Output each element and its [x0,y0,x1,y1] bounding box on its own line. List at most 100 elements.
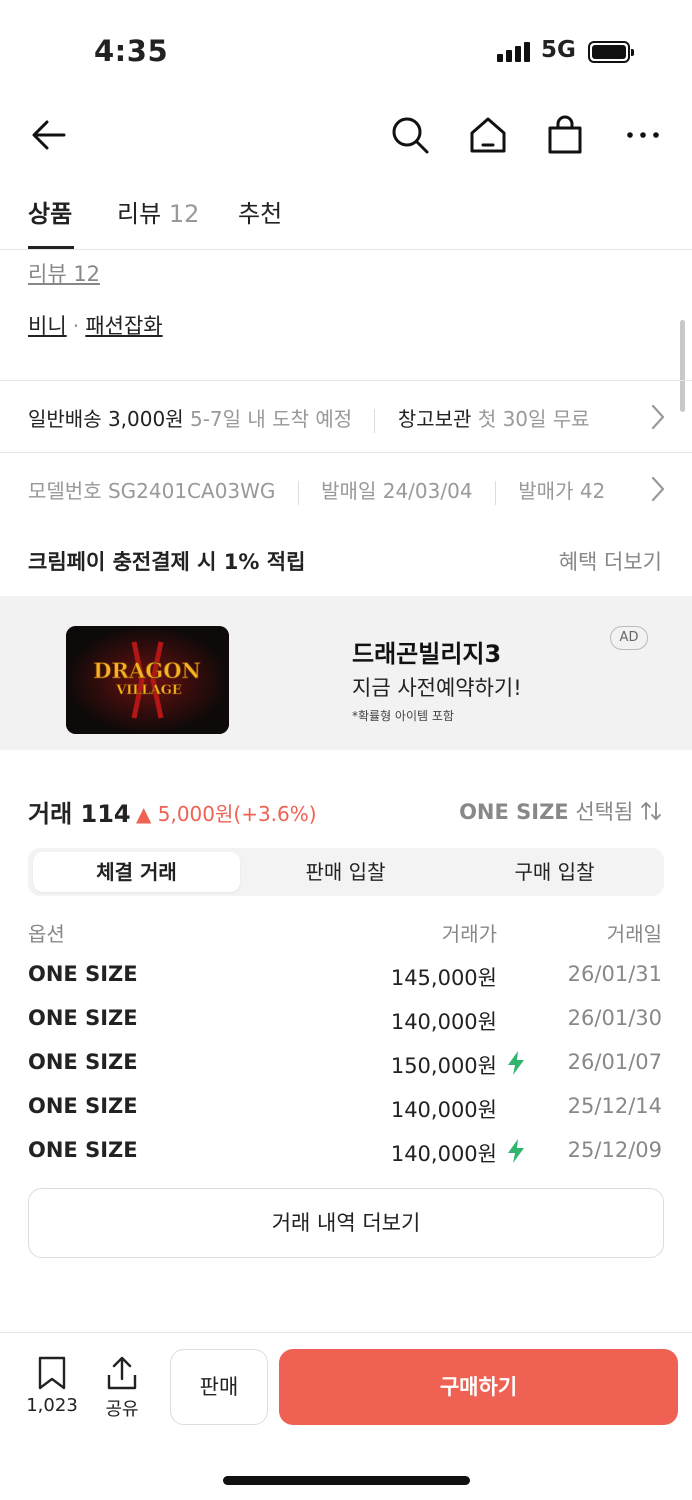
table-row: ONE SIZE 140,000원 25/12/14 [0,1094,692,1138]
divider [494,480,496,505]
column-date: 거래일 [606,922,662,946]
review-link[interactable]: 리뷰 12 [28,258,100,288]
more-icon[interactable] [622,114,664,156]
row-date: 26/01/30 [567,1006,662,1030]
network-label: 5G [541,37,576,63]
share-label: 공유 [105,1399,139,1420]
chevron-right-icon [651,476,665,502]
row-date: 25/12/09 [567,1138,662,1162]
benefit-label: 크림페이 충전결제 시 1% 적립 [28,550,306,574]
ad-game-logo: DRAGON VILLAGE [66,626,229,734]
release-price-label: 발매가 [518,479,574,503]
row-date: 26/01/31 [567,962,662,986]
ad-title: 드래곤빌리지3 [352,640,502,668]
ad-note: *확률형 아이템 포함 [352,709,454,723]
model-label: 모델번호 [28,479,102,503]
benefit-more-link[interactable]: 혜택 더보기 [559,546,662,576]
bookmark-icon [38,1356,66,1390]
tab-review[interactable]: 리뷰 12 [117,194,199,229]
shipping-eta: 5-7일 내 도착 예정 [189,407,353,431]
trade-header: 거래 114 ▲ 5,000원(+3.6%) ONE SIZE 선택됨 [0,790,692,830]
divider [374,408,376,433]
size-value: ONE SIZE [459,800,569,824]
table-row: ONE SIZE 150,000원 26/01/07 [0,1050,692,1094]
share-icon [107,1356,137,1390]
nav-bar [0,100,692,170]
trade-title-label: 거래 [28,800,73,828]
row-price: 145,000원 [390,966,497,990]
price-change: ▲ 5,000원(+3.6%) [136,802,317,826]
ad-logo-text-1: DRAGON [93,658,200,683]
bookmark-count: 1,023 [26,1395,78,1416]
shopping-bag-icon[interactable] [544,114,586,156]
model-value: SG2401CA03WG [107,479,276,503]
search-icon[interactable] [389,114,431,156]
lightning-icon [508,1051,524,1075]
product-tabs: 상품 리뷰 12 추천 [0,180,692,250]
tab-review-count: 12 [168,200,200,228]
size-selector[interactable]: ONE SIZE 선택됨 [459,796,662,826]
row-price: 140,000원 [390,1142,497,1166]
tab-product[interactable]: 상품 [28,194,72,229]
column-price: 거래가 [441,922,497,946]
buy-button[interactable]: 구매하기 [279,1349,678,1425]
row-option: ONE SIZE [28,1006,138,1030]
trade-type-segment: 체결 거래 판매 입찰 구매 입찰 [28,848,664,896]
sort-arrows-icon [641,802,661,820]
status-bar: 4:35 5G [0,0,692,100]
category-separator: · [72,314,80,338]
home-indicator[interactable] [223,1476,470,1485]
signal-icon [497,42,533,62]
tab-recommend[interactable]: 추천 [238,194,282,229]
ad-badge: AD [610,626,648,650]
release-value: 24/03/04 [382,479,473,503]
tab-product-label: 상품 [28,200,73,228]
bookmark-button[interactable]: 1,023 [22,1355,82,1416]
release-price-value: 42 [579,479,606,503]
row-option: ONE SIZE [28,1050,138,1074]
brand-link[interactable]: 비니 [28,314,67,338]
specs-row[interactable]: 모델번호 SG2401CA03WG 발매일 24/03/04 발매가 42 [0,452,692,524]
ad-banner[interactable]: DRAGON VILLAGE 드래곤빌리지3 지금 사전예약하기! *확률형 아… [0,596,692,750]
storage-note: 첫 30일 무료 [477,407,590,431]
trade-title: 거래 114 [28,794,131,829]
row-price: 150,000원 [390,1054,497,1078]
trade-list: ONE SIZE 145,000원 26/01/31 ONE SIZE 140,… [0,962,692,1182]
row-date: 25/12/14 [567,1094,662,1118]
shipping-label: 일반배송 3,000원 [28,407,184,431]
row-option: ONE SIZE [28,962,138,986]
storage-label: 창고보관 [397,407,472,431]
row-option: ONE SIZE [28,1138,138,1162]
row-price: 140,000원 [390,1010,497,1034]
release-label: 발매일 [321,479,377,503]
trade-count: 114 [80,800,131,828]
row-option: ONE SIZE [28,1094,138,1118]
ad-logo-text-2: VILLAGE [115,683,182,698]
table-row: ONE SIZE 140,000원 26/01/30 [0,1006,692,1050]
tab-active-indicator [28,246,74,249]
segment-concluded[interactable]: 체결 거래 [33,852,240,892]
back-arrow-icon[interactable] [28,114,70,156]
ad-subtitle: 지금 사전예약하기! [352,676,522,700]
tab-review-label: 리뷰 [117,200,162,228]
bottom-action-bar: 1,023 공유 판매 구매하기 [0,1332,692,1442]
sell-button[interactable]: 판매 [170,1349,268,1425]
divider [297,480,299,505]
segment-sell-bids[interactable]: 판매 입찰 [242,852,449,892]
row-date: 26/01/07 [567,1050,662,1074]
home-icon[interactable] [467,114,509,156]
table-row: ONE SIZE 140,000원 25/12/09 [0,1138,692,1182]
more-history-button[interactable]: 거래 내역 더보기 [28,1188,664,1258]
status-time: 4:35 [94,34,169,68]
battery-icon [588,41,634,63]
size-suffix: 선택됨 [575,800,634,824]
share-button[interactable]: 공유 [92,1355,152,1421]
benefit-row: 크림페이 충전결제 시 1% 적립 혜택 더보기 [0,524,692,596]
segment-buy-bids[interactable]: 구매 입찰 [451,852,658,892]
column-option: 옵션 [28,922,65,946]
tab-recommend-label: 추천 [238,200,283,228]
delivery-row[interactable]: 일반배송 3,000원 5-7일 내 도착 예정 창고보관 첫 30일 무료 [0,380,692,452]
category-link[interactable]: 패션잡화 [85,314,162,338]
chevron-right-icon [651,404,665,430]
category-line: 비니 · 패션잡화 [28,310,163,340]
